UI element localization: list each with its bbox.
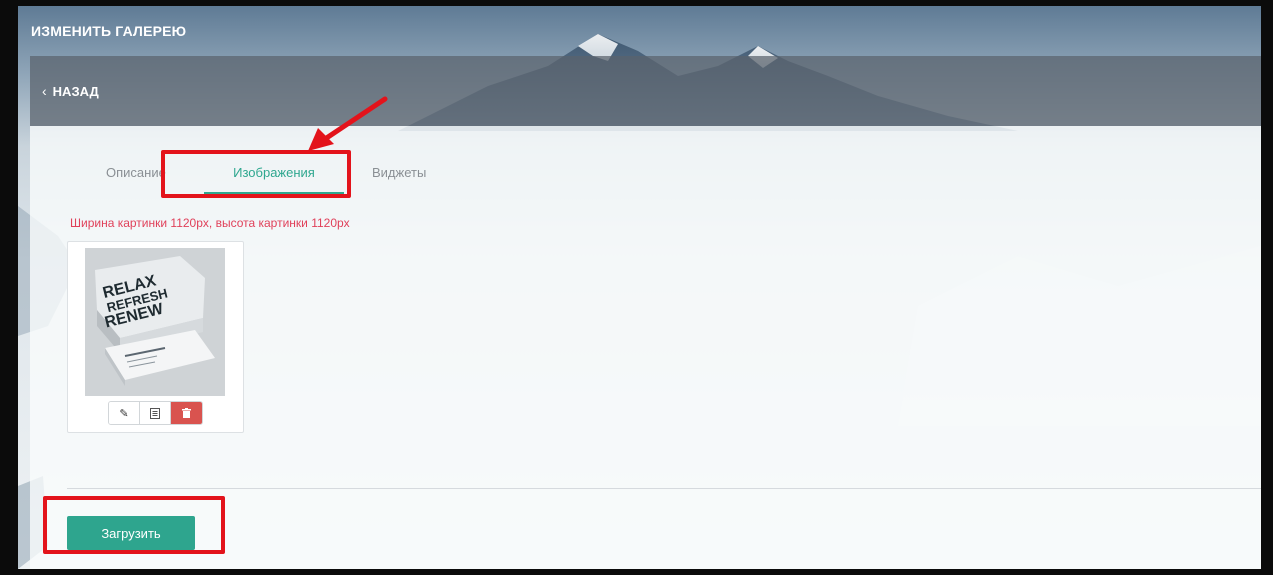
edit-image-button[interactable]: ✎	[109, 402, 140, 424]
delete-image-button[interactable]	[171, 402, 202, 424]
back-label: НАЗАД	[52, 83, 99, 99]
thumbnail-actions: ✎	[108, 401, 203, 425]
form-icon	[150, 407, 160, 419]
chevron-left-icon: ‹	[42, 83, 47, 99]
business-card-mockup-image: RELAX REFRESH RENEW	[85, 248, 225, 396]
annotation-arrow-icon	[308, 96, 388, 151]
image-details-button[interactable]	[140, 402, 171, 424]
gallery-thumbnail[interactable]: RELAX REFRESH RENEW	[85, 248, 225, 396]
annotation-highlight-upload-button	[43, 496, 225, 554]
pencil-icon: ✎	[119, 407, 129, 420]
back-link[interactable]: ‹ НАЗАД	[30, 56, 1261, 126]
gallery-image-card: RELAX REFRESH RENEW ✎	[67, 241, 244, 433]
form-divider	[67, 488, 1261, 489]
page-title: ИЗМЕНИТЬ ГАЛЕРЕЮ	[31, 23, 187, 39]
app-window: ИЗМЕНИТЬ ГАЛЕРЕЮ ‹ НАЗАД Описание Изобра…	[18, 6, 1261, 569]
tab-description[interactable]: Описание	[106, 159, 166, 186]
image-size-hint: Ширина картинки 1120px, высота картинки …	[70, 216, 350, 230]
trash-icon	[182, 408, 191, 418]
annotation-highlight-images-tab	[161, 150, 351, 198]
tab-widgets[interactable]: Виджеты	[372, 159, 426, 186]
